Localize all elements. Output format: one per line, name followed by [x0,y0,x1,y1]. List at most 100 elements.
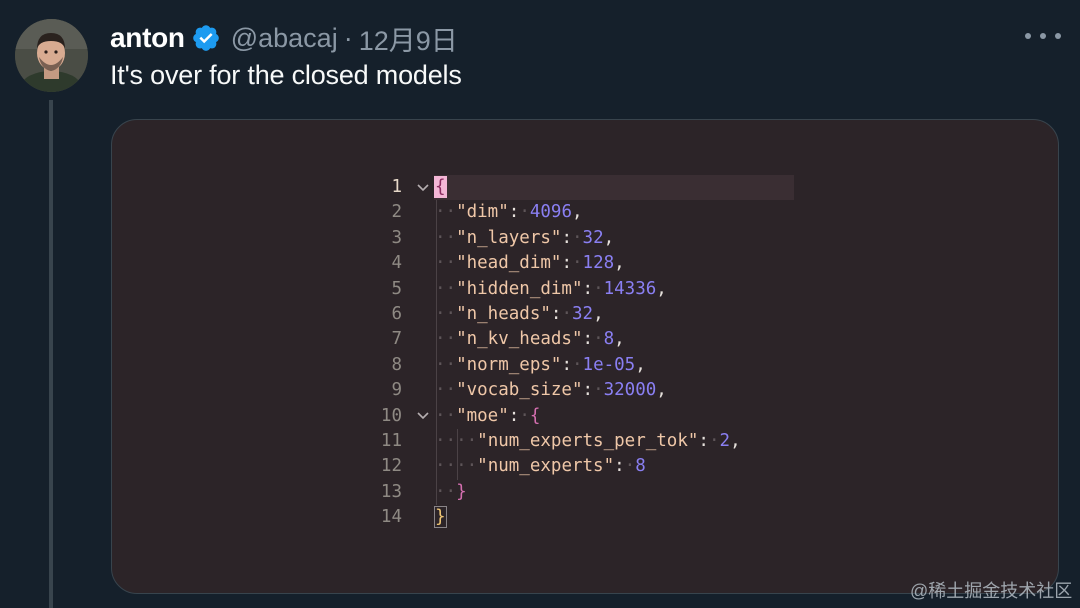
thread-line [49,100,53,608]
code-content: ··"n_kv_heads":·8, [435,327,625,352]
indent-whitespace-marker: ·· [456,456,478,477]
code-token: · [571,253,583,274]
watermark: @稀土掘金技术社区 [910,581,1073,601]
tweet-text: It's over for the closed models [110,60,462,90]
code-token: : [582,329,594,350]
timestamp[interactable]: 12月9日 [359,19,458,58]
code-token: : [582,380,594,401]
code-token: · [571,354,583,375]
tweet-header: anton @abacaj · 12月9日 [110,18,458,58]
code-token: : [582,278,594,299]
indent-whitespace-marker: ·· [435,202,457,223]
code-token: { [529,405,541,426]
code-token: "dim" [456,202,509,223]
code-token: { [434,176,447,198]
code-token: 1e-05 [582,354,636,375]
code-token: 8 [603,329,615,350]
code-token: : [561,354,572,375]
indent-whitespace-marker: ·· [435,380,457,401]
indent-whitespace-marker: ·· [435,405,457,426]
more-dot [1040,33,1046,39]
code-token: , [614,329,625,350]
code-token: "vocab_size" [456,380,583,401]
code-token: · [561,303,572,324]
indent-guide [435,200,437,506]
code-token: "n_heads" [456,303,551,324]
code-token: "num_experts_per_tok" [477,430,699,451]
line-number: 10 [380,405,402,426]
code-token: · [593,329,604,350]
code-token: · [593,380,604,401]
code-content: ····"num_experts_per_tok":·2, [435,429,741,454]
line-number: 13 [380,481,402,502]
more-dot [1025,33,1031,39]
code-token: · [593,278,604,299]
display-name[interactable]: anton [110,22,185,54]
code-token: "n_kv_heads" [456,329,583,350]
current-line-highlight [434,175,794,201]
code-token: , [730,430,741,451]
code-content: { [434,175,447,200]
code-token: · [571,227,583,248]
avatar[interactable] [15,19,88,92]
code-token: 32 [572,303,594,324]
code-token: : [508,202,520,223]
code-token: , [614,253,625,274]
code-token: } [456,481,467,502]
indent-whitespace-marker: ·· [435,303,457,324]
indent-whitespace-marker: ·· [435,227,457,248]
code-token: , [572,202,583,223]
code-token: 128 [582,253,615,274]
code-token: · [708,430,720,451]
code-content: ··"moe":·{ [435,404,540,429]
code-token: 32 [582,227,604,248]
tweet-media-code-screenshot[interactable]: 1{2 ··"dim":·4096, 3 ··"n_layers":·32, 4 ··"h… [111,119,1059,594]
code-token: 8 [635,456,646,477]
fold-chevron-icon[interactable] [414,175,432,200]
code-content: ··"n_heads":·32, [435,302,604,327]
code-token: · [519,202,530,223]
code-token: } [434,506,447,529]
code-content: ··"dim":·4096, [435,200,583,225]
code-token: 2 [719,430,731,451]
line-number: 6 [391,303,402,324]
line-number: 7 [391,329,402,350]
more-horizontal-icon[interactable] [1025,24,1061,48]
line-number: 2 [391,202,402,223]
indent-whitespace-marker: ·· [435,456,457,477]
code-content: ··"head_dim":·128, [435,251,625,276]
code-token: "hidden_dim" [456,278,583,299]
code-content: ··"n_layers":·32, [435,226,614,251]
line-number: 1 [391,177,402,197]
code-token: , [656,380,667,401]
code-token: "moe" [456,405,509,426]
code-content: ··} [435,480,467,505]
line-number: 12 [380,456,402,477]
fold-chevron-icon[interactable] [414,404,432,429]
code-token: : [561,227,572,248]
line-number: 11 [380,430,402,451]
line-number: 4 [391,253,402,274]
code-content: ··"hidden_dim":·14336, [435,277,667,302]
code-token: 4096 [529,202,573,223]
code-token: , [603,227,615,248]
code-token: : [550,303,562,324]
code-token: 14336 [603,278,657,299]
code-token: "n_layers" [456,227,562,248]
indent-whitespace-marker: ·· [435,481,457,502]
indent-whitespace-marker: ·· [456,430,478,451]
indent-whitespace-marker: ·· [435,278,457,299]
code-token: "num_experts" [477,456,615,477]
line-number: 14 [380,507,402,528]
code-token: , [593,303,604,324]
user-handle[interactable]: @abacaj [231,23,338,54]
line-number: 8 [391,354,402,375]
line-number: 9 [391,380,402,401]
code-content: } [434,505,447,530]
code-token: · [519,405,530,426]
separator-dot: · [343,22,353,53]
indent-whitespace-marker: ·· [435,329,457,350]
verified-badge-icon[interactable] [191,23,221,53]
code-token: : [614,456,625,477]
code-token: "head_dim" [456,253,562,274]
